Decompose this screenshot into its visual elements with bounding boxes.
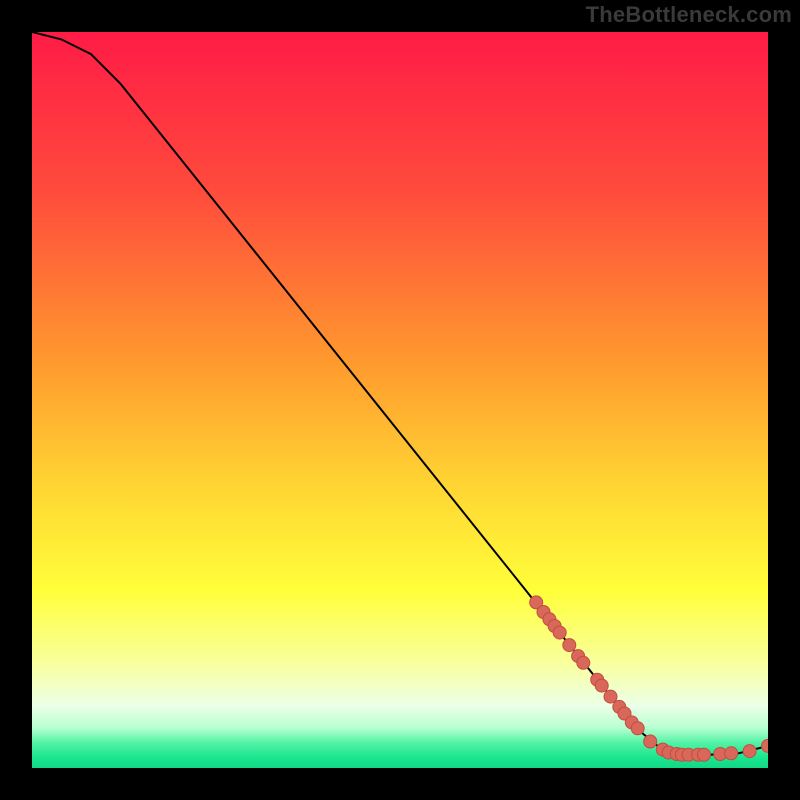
chart-frame: TheBottleneck.com	[0, 0, 800, 800]
attribution-label: TheBottleneck.com	[586, 2, 792, 28]
data-point	[604, 690, 617, 703]
data-point	[595, 679, 608, 692]
gradient-background	[32, 32, 768, 768]
data-point	[563, 639, 576, 652]
data-point	[725, 747, 738, 760]
data-point	[553, 626, 566, 639]
data-point	[644, 735, 657, 748]
data-point	[743, 745, 756, 758]
data-point	[577, 656, 590, 669]
data-point	[631, 722, 644, 735]
plot-area	[32, 32, 768, 768]
chart-svg	[32, 32, 768, 768]
data-point	[698, 748, 711, 761]
